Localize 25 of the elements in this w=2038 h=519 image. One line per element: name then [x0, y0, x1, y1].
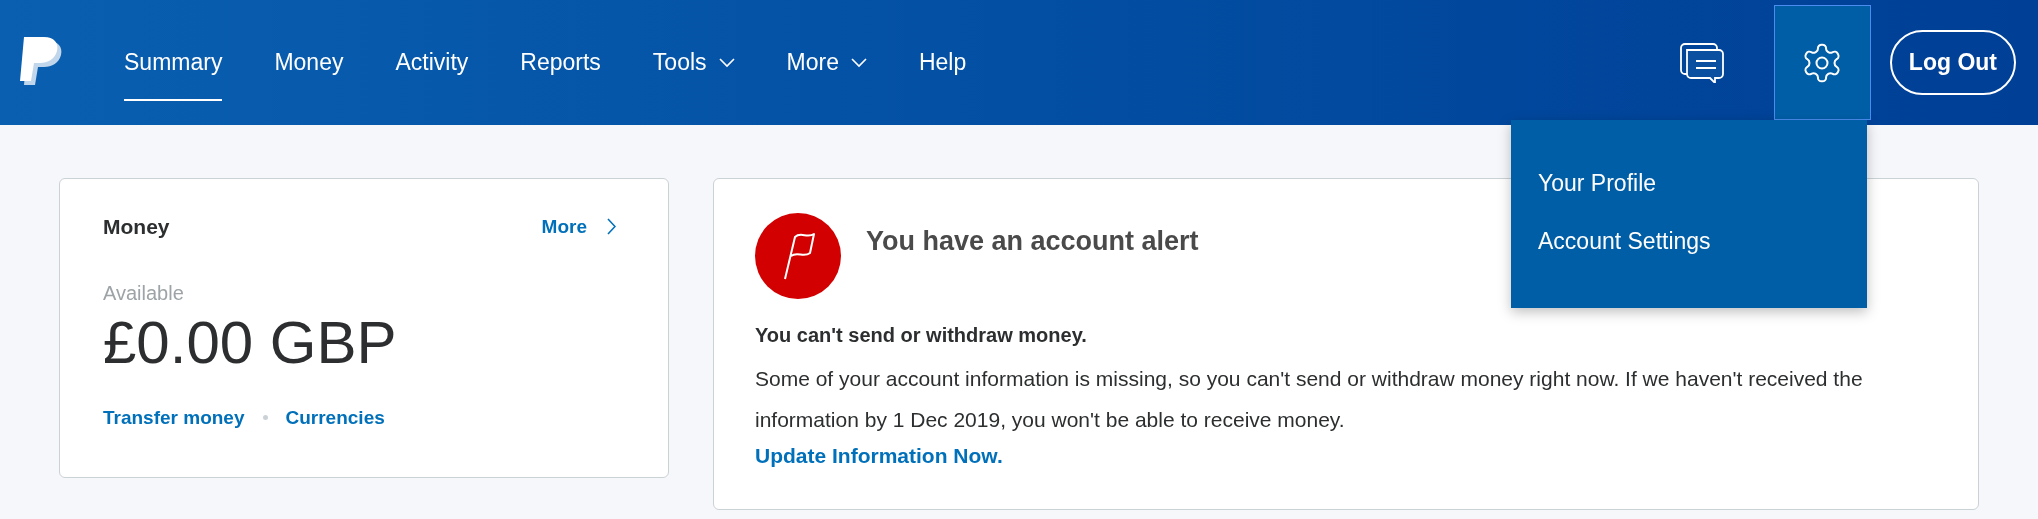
alert-title: You have an account alert [866, 225, 1199, 258]
menu-item[interactable]: Account Settings [1538, 225, 1711, 257]
log-out-button[interactable]: Log Out [1889, 30, 2016, 95]
card-link[interactable]: Currencies [285, 403, 385, 432]
available-label: Available [103, 280, 184, 306]
nav-tab[interactable]: Summary [124, 0, 223, 125]
card-link[interactable]: Transfer money [103, 403, 245, 432]
balance-amount: £0.00 GBP [103, 309, 397, 376]
menu-item[interactable]: Your Profile [1538, 167, 1657, 199]
alert-message: Some of your account information is missing, so you can't send or withdraw money right now. If we haven't received the information by 1 Dec 2019, you won't be able to receive money. [755, 366, 1864, 433]
nav-tab[interactable]: Reports [520, 0, 601, 125]
settings-button[interactable] [1773, 5, 1871, 120]
messages-button[interactable] [1679, 42, 1726, 83]
more-link[interactable]: More [541, 212, 616, 241]
chat-icon [1679, 42, 1724, 83]
nav-tab[interactable]: Help [918, 0, 967, 125]
card-title: Money [103, 214, 170, 240]
nav-tab[interactable]: More [786, 0, 867, 125]
nav-tab[interactable]: Money [274, 0, 344, 125]
alert-heading: You can't send or withdraw money. [755, 323, 1087, 348]
nav-tab[interactable]: Tools [652, 0, 735, 125]
update-information-link[interactable]: Update Information Now. [755, 440, 1003, 472]
nav-tab[interactable]: Activity [395, 0, 469, 125]
flag-icon [755, 213, 841, 299]
chevron-right-icon [607, 218, 616, 236]
